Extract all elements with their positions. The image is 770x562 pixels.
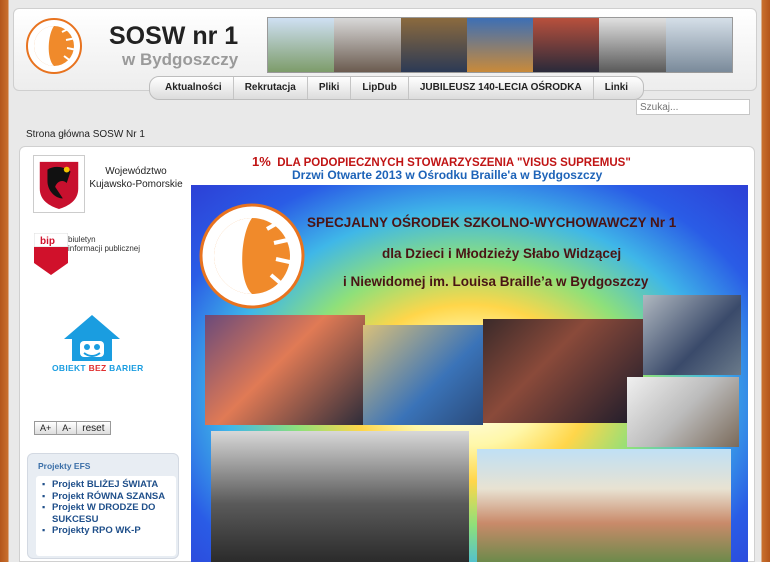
page: SOSW nr 1 w Bydgoszczy Aktualności Rekru…: [9, 0, 761, 562]
site-title[interactable]: SOSW nr 1: [109, 22, 238, 51]
svg-text:bip: bip: [40, 236, 55, 247]
main-panel: Województwo Kujawsko-Pomorskie bip biule…: [19, 146, 755, 562]
breadcrumb: Strona główna SOSW Nr 1: [26, 129, 145, 140]
obiekt-bez-barier-label: OBIEKT BEZ BARIER: [52, 363, 144, 373]
nav-item-aktualnosci[interactable]: Aktualności: [154, 77, 234, 99]
poster-line1: SPECJALNY OŚRODEK SZKOLNO-WYCHOWAWCZY Nr…: [307, 215, 677, 230]
efs-link-rpo-wkp[interactable]: Projekty RPO WK-P: [42, 525, 176, 537]
bez-label-part1: OBIEKT: [52, 363, 89, 373]
efs-projects-box: Projekty EFS Projekt BLIŻEJ ŚWIATA Proje…: [27, 453, 179, 559]
school-logo[interactable]: [26, 18, 82, 74]
nav-item-pliki[interactable]: Pliki: [308, 77, 352, 99]
photo-girl-globe: [363, 325, 483, 425]
font-reset-button[interactable]: reset: [77, 422, 109, 434]
region-label-line1: Województwo: [105, 166, 167, 177]
efs-list: Projekt BLIŻEJ ŚWIATA Projekt RÓWNA SZAN…: [36, 476, 176, 556]
bip-line2: informacji publicznej: [68, 244, 141, 253]
school-poster[interactable]: SPECJALNY OŚRODEK SZKOLNO-WYCHOWAWCZY Nr…: [191, 185, 748, 562]
poster-line2: dla Dzieci i Młodzieży Słabo Widzącej: [382, 246, 622, 261]
promo-drzwi-otwarte-link[interactable]: Drzwi Otwarte 2013 w Ośrodku Braille'a w…: [292, 168, 602, 182]
site-subtitle: w Bydgoszczy: [122, 50, 239, 69]
photo-workshop: [643, 295, 741, 375]
font-increase-button[interactable]: A+: [35, 422, 58, 434]
photo-new-building: [477, 449, 731, 562]
bez-label-part3: BARIER: [106, 363, 144, 373]
photo-old-building: [211, 431, 469, 562]
poster-school-logo: [199, 203, 305, 309]
bez-label-part2: BEZ: [88, 363, 107, 373]
sidebar: Województwo Kujawsko-Pomorskie bip biule…: [20, 147, 190, 562]
bip-text: biuletyn informacji publicznej: [68, 235, 140, 253]
search-input[interactable]: [636, 99, 750, 115]
font-size-controls: A+ A- reset: [34, 421, 111, 435]
font-decrease-button[interactable]: A-: [57, 422, 78, 434]
efs-link-blizej-swiata[interactable]: Projekt BLIŻEJ ŚWIATA: [42, 479, 176, 491]
photo-children-masks: [205, 315, 365, 425]
photo-cooks: [627, 377, 739, 447]
efs-link-rowna-szansa[interactable]: Projekt RÓWNA SZANSA: [42, 491, 176, 503]
nav-item-jubileusz[interactable]: JUBILEUSZ 140-LECIA OŚRODKA: [409, 77, 594, 99]
bip-flag-icon: bip: [33, 232, 69, 275]
main-nav: Aktualności Rekrutacja Pliki LipDub JUBI…: [149, 76, 645, 100]
bip-line1: biuletyn: [68, 235, 96, 244]
photo-students: [483, 319, 643, 423]
nav-item-lipdub[interactable]: LipDub: [351, 77, 409, 99]
region-label: Województwo Kujawsko-Pomorskie: [86, 165, 186, 191]
efs-title: Projekty EFS: [38, 461, 91, 471]
nav-item-linki[interactable]: Linki: [594, 77, 639, 99]
header-banner-photos: [267, 17, 733, 73]
nav-item-rekrutacja[interactable]: Rekrutacja: [234, 77, 308, 99]
region-label-line2: Kujawsko-Pomorskie: [89, 179, 183, 190]
coat-of-arms-icon[interactable]: [33, 155, 85, 213]
promo-percent: 1%: [252, 154, 271, 169]
poster-line3: i Niewidomej im. Louisa Braille’a w Bydg…: [343, 274, 649, 289]
promo-visus-supremus[interactable]: 1% DLA PODOPIECZNYCH STOWARZYSZENIA "VIS…: [252, 154, 631, 169]
efs-link-w-drodze-do-sukcesu[interactable]: Projekt W DRODZE DO SUKCESU: [42, 502, 176, 525]
bip-logo[interactable]: bip biuletyn informacji publicznej: [33, 232, 154, 275]
